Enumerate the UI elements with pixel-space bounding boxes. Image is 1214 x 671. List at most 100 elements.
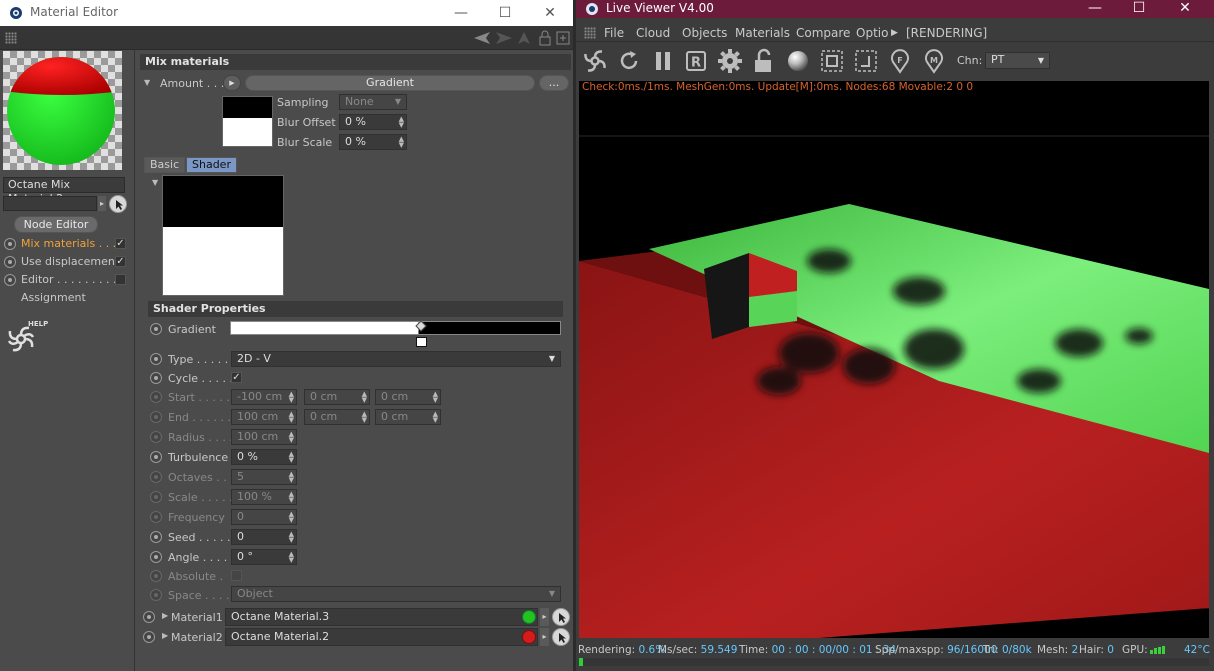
- pick-cursor-icon[interactable]: [552, 608, 570, 626]
- frequency-field[interactable]: 0 ▲ ▼: [231, 509, 297, 525]
- menu-materials[interactable]: Materials: [735, 26, 790, 40]
- blur-scale-field[interactable]: 0 % ▲ ▼: [339, 134, 407, 150]
- film-region-icon[interactable]: [853, 48, 879, 74]
- menu-compare[interactable]: Compare: [796, 26, 850, 40]
- channel-checkbox[interactable]: [115, 274, 126, 285]
- gradient-bar[interactable]: [230, 321, 561, 335]
- link-arrow-icon[interactable]: ▸: [540, 628, 549, 646]
- param-radio-icon[interactable]: [150, 551, 162, 563]
- scale-field[interactable]: 100 % ▲ ▼: [231, 489, 297, 505]
- back-arrow-icon[interactable]: [472, 30, 492, 46]
- space-select[interactable]: Object ▼: [231, 586, 561, 602]
- gradient-marker-handle[interactable]: [416, 337, 427, 347]
- start-x-field[interactable]: -100 cm ▲ ▼: [231, 389, 297, 405]
- end-x-field[interactable]: 100 cm ▲ ▼: [231, 409, 297, 425]
- forward-arrow-icon[interactable]: [494, 30, 514, 46]
- pick-cursor-icon[interactable]: [109, 195, 127, 213]
- octane-help-button[interactable]: HELP: [6, 320, 48, 356]
- material-pick-icon[interactable]: M: [921, 48, 947, 74]
- render-viewport[interactable]: Check:0ms./1ms. MeshGen:0ms. Update[M]:0…: [579, 81, 1209, 638]
- menu-file[interactable]: File: [604, 26, 624, 40]
- up-arrow-icon[interactable]: [516, 30, 532, 46]
- region-select-icon[interactable]: [819, 48, 845, 74]
- focus-pick-icon[interactable]: F: [887, 48, 913, 74]
- minimize-button[interactable]: —: [1082, 0, 1108, 18]
- seed-field[interactable]: 0 ▲ ▼: [231, 529, 297, 545]
- amount-gradient-button[interactable]: Gradient: [245, 75, 535, 91]
- param-radio-icon[interactable]: [150, 451, 162, 463]
- param-radio-icon[interactable]: [143, 631, 155, 643]
- channel-use-displacement[interactable]: Use displacement ✓: [4, 253, 132, 271]
- channel-checkbox[interactable]: ✓: [115, 256, 126, 267]
- amount-thumbnail[interactable]: [222, 96, 273, 147]
- type-select[interactable]: 2D - V ▼: [231, 351, 561, 367]
- maximize-button[interactable]: ☐: [1126, 0, 1152, 18]
- param-radio-icon[interactable]: [150, 491, 162, 503]
- expand-arrow-icon[interactable]: ▶: [162, 611, 168, 620]
- minimize-button[interactable]: —: [448, 3, 474, 23]
- restart-icon[interactable]: [616, 48, 642, 74]
- param-radio-icon[interactable]: [150, 353, 162, 365]
- absolute-checkbox[interactable]: [231, 570, 242, 581]
- channel-mix-materials[interactable]: Mix materials . . . . ✓: [4, 235, 132, 253]
- collapse-arrow-icon[interactable]: ▼: [152, 178, 158, 187]
- param-radio-icon[interactable]: [143, 611, 155, 623]
- material-ball-icon[interactable]: [785, 48, 811, 74]
- assignment-tab[interactable]: Assignment: [21, 291, 86, 304]
- cycle-checkbox[interactable]: ✓: [231, 372, 242, 383]
- sampling-select[interactable]: None ▼: [339, 94, 407, 110]
- angle-field[interactable]: 0 ° ▲ ▼: [231, 549, 297, 565]
- param-radio-icon[interactable]: [150, 431, 162, 443]
- maximize-button[interactable]: ☐: [492, 3, 518, 23]
- param-radio-icon[interactable]: [150, 570, 162, 582]
- channel-select[interactable]: PT ▼: [985, 52, 1050, 69]
- octane-render-icon[interactable]: [582, 48, 608, 74]
- param-radio-icon[interactable]: [150, 391, 162, 403]
- octaves-field[interactable]: 5 ▲ ▼: [231, 469, 297, 485]
- lock-open-icon[interactable]: [751, 48, 777, 74]
- material-name-field[interactable]: Octane Mix Material.2: [3, 177, 125, 205]
- close-button[interactable]: ✕: [1172, 0, 1198, 18]
- start-y-field[interactable]: 0 cm ▲ ▼: [304, 389, 370, 405]
- tab-shader[interactable]: Shader: [186, 157, 237, 173]
- start-z-field[interactable]: 0 cm ▲ ▼: [375, 389, 441, 405]
- pick-cursor-icon[interactable]: [552, 628, 570, 646]
- close-button[interactable]: ✕: [537, 3, 563, 23]
- material-link-field[interactable]: [3, 196, 97, 211]
- end-z-field[interactable]: 0 cm ▲ ▼: [375, 409, 441, 425]
- channel-radio-icon[interactable]: [4, 238, 16, 250]
- material1-link-field[interactable]: Octane Material.3: [225, 608, 538, 626]
- menu-objects[interactable]: Objects: [682, 26, 727, 40]
- new-panel-icon[interactable]: [556, 30, 570, 46]
- amount-more-button[interactable]: ...: [539, 75, 569, 91]
- turbulence-field[interactable]: 0 % ▲ ▼: [231, 449, 297, 465]
- channel-checkbox[interactable]: ✓: [115, 238, 126, 249]
- channel-radio-icon[interactable]: [4, 274, 16, 286]
- param-radio-icon[interactable]: [150, 531, 162, 543]
- node-editor-button[interactable]: Node Editor: [14, 216, 98, 233]
- pause-icon[interactable]: [650, 48, 676, 74]
- expand-arrow-icon[interactable]: ▶: [162, 631, 168, 640]
- blur-offset-field[interactable]: 0 % ▲ ▼: [339, 114, 407, 130]
- end-y-field[interactable]: 0 cm ▲ ▼: [304, 409, 370, 425]
- menu-cloud[interactable]: Cloud: [636, 26, 670, 40]
- param-radio-icon[interactable]: [150, 511, 162, 523]
- grip-icon[interactable]: [5, 32, 17, 44]
- menu-options[interactable]: Optio: [856, 26, 888, 40]
- param-radio-icon[interactable]: [150, 589, 162, 601]
- material-preview[interactable]: [3, 51, 122, 170]
- param-radio-icon[interactable]: [150, 323, 162, 335]
- grip-icon[interactable]: [584, 27, 596, 39]
- param-radio-icon[interactable]: [150, 471, 162, 483]
- amount-link-arrow-icon[interactable]: ▶: [223, 75, 241, 91]
- channel-radio-icon[interactable]: [4, 256, 16, 268]
- link-arrow-icon[interactable]: ▸: [540, 608, 549, 626]
- channel-editor[interactable]: Editor . . . . . . . . . .: [4, 271, 132, 289]
- tab-basic[interactable]: Basic: [144, 157, 186, 173]
- material2-link-field[interactable]: Octane Material.2: [225, 628, 538, 646]
- param-radio-icon[interactable]: [150, 411, 162, 423]
- settings-gear-icon[interactable]: [717, 48, 743, 74]
- region-render-icon[interactable]: R: [683, 48, 709, 74]
- link-arrow-icon[interactable]: ▸: [98, 196, 106, 211]
- radius-field[interactable]: 100 cm ▲ ▼: [231, 429, 297, 445]
